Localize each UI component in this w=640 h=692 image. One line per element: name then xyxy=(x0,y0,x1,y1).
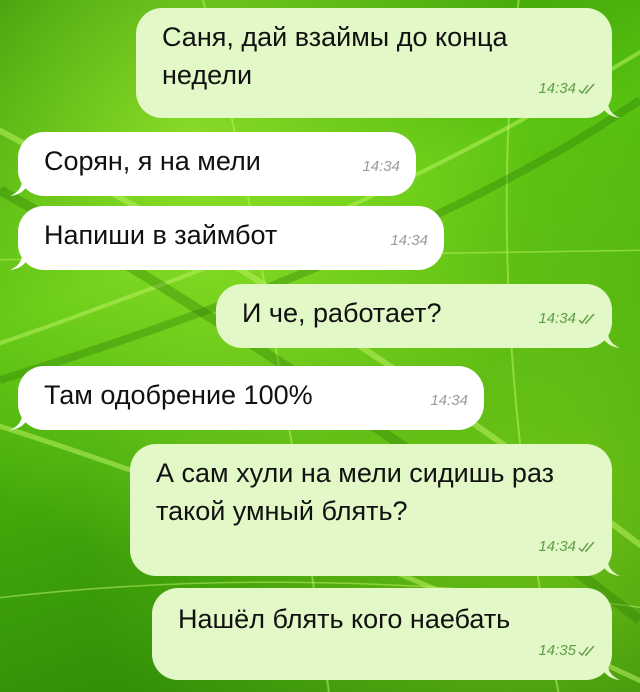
bubble-tail xyxy=(10,410,30,430)
bubble-tail xyxy=(600,98,620,118)
message-time: 14:34 xyxy=(430,392,468,409)
bubble-tail xyxy=(10,176,30,196)
message-meta: 14:34 xyxy=(538,528,596,566)
double-check-icon xyxy=(578,83,595,95)
message-meta: 14:34 xyxy=(538,70,596,108)
message-bubble-outgoing[interactable]: И че, работает? 14:34 xyxy=(216,284,620,348)
message-bubble-outgoing[interactable]: А сам хули на мели сидишь раз такой умны… xyxy=(130,444,620,576)
bubble-tail xyxy=(600,328,620,348)
bubble-tail xyxy=(10,250,30,270)
double-check-icon xyxy=(578,645,595,657)
double-check-icon xyxy=(578,313,595,325)
message-meta: 14:34 xyxy=(430,382,468,420)
message-text: А сам хули на мели сидишь раз такой умны… xyxy=(156,458,555,526)
message-text: Нашёл блять кого наебать xyxy=(178,604,511,634)
message-time: 14:35 xyxy=(538,642,576,659)
message-text: Сорян, я на мели xyxy=(44,146,261,176)
bubble-tail xyxy=(600,660,620,680)
message-text: И че, работает? xyxy=(242,298,442,328)
message-text: Там одобрение 100% xyxy=(44,380,313,410)
message-bubble-incoming[interactable]: Сорян, я на мели 14:34 xyxy=(10,132,416,196)
message-time: 14:34 xyxy=(390,232,428,249)
message-bubble-outgoing[interactable]: Нашёл блять кого наебать 14:35 xyxy=(152,588,620,680)
message-meta: 14:34 xyxy=(390,222,428,260)
double-check-icon xyxy=(578,541,595,553)
message-bubble-outgoing[interactable]: Саня, дай взаймы до конца недели 14:34 xyxy=(136,8,620,118)
message-text: Саня, дай взаймы до конца недели xyxy=(162,22,508,90)
message-meta: 14:35 xyxy=(538,632,596,670)
message-time: 14:34 xyxy=(538,80,576,97)
message-text: Напиши в займбот xyxy=(44,220,278,250)
message-bubble-incoming[interactable]: Там одобрение 100% 14:34 xyxy=(10,366,484,430)
message-time: 14:34 xyxy=(362,158,400,175)
message-meta: 14:34 xyxy=(538,300,596,338)
message-time: 14:34 xyxy=(538,310,576,327)
message-meta: 14:34 xyxy=(362,148,400,186)
bubble-tail xyxy=(600,556,620,576)
message-bubble-incoming[interactable]: Напиши в займбот 14:34 xyxy=(10,206,444,270)
message-time: 14:34 xyxy=(538,538,576,555)
